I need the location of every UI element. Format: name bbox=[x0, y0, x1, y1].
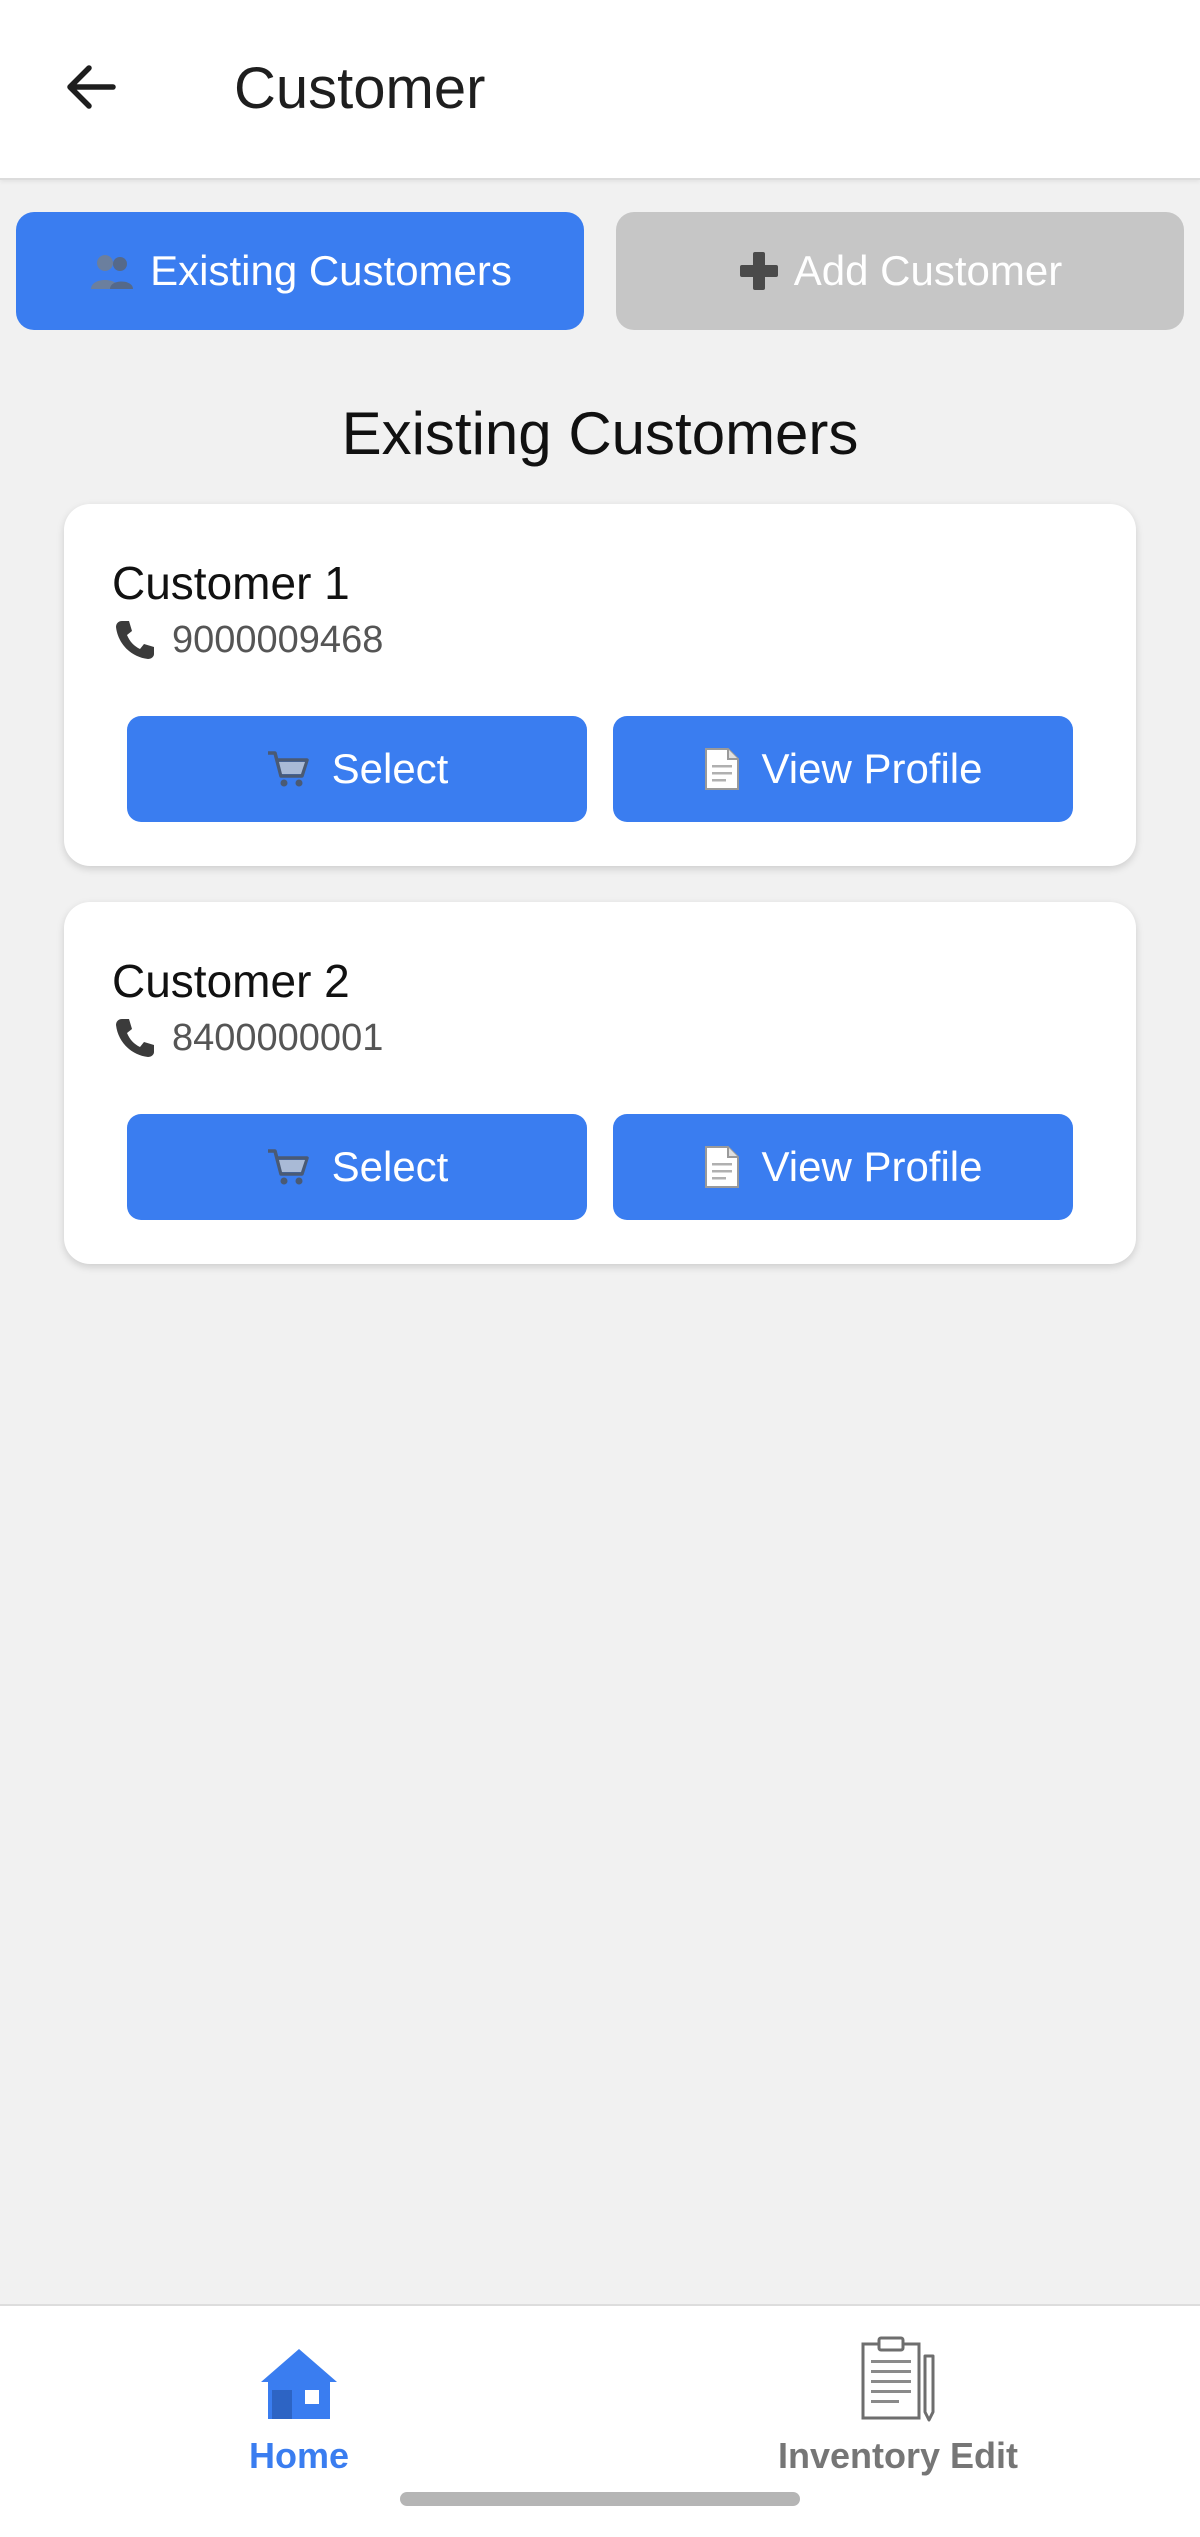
section-title: Existing Customers bbox=[341, 400, 859, 467]
back-button[interactable] bbox=[46, 44, 136, 134]
view-profile-button[interactable]: View Profile bbox=[613, 1114, 1073, 1220]
document-icon bbox=[704, 1145, 740, 1189]
phone-icon bbox=[112, 617, 158, 663]
document-icon bbox=[704, 747, 740, 791]
customer-card: Customer 1 9000009468 Select View Profil… bbox=[64, 504, 1136, 866]
tab-existing-customers-label: Existing Customers bbox=[150, 247, 512, 294]
tab-existing-customers[interactable]: Existing Customers bbox=[16, 212, 584, 330]
page-title: Customer bbox=[234, 56, 486, 121]
select-button-label: Select bbox=[331, 1143, 449, 1190]
home-indicator-bar[interactable] bbox=[400, 2492, 800, 2506]
view-profile-button[interactable]: View Profile bbox=[613, 716, 1073, 822]
view-profile-button-label: View Profile bbox=[761, 745, 983, 792]
customer-phone-number: 9000009468 bbox=[172, 619, 384, 661]
tab-add-customer-label: Add Customer bbox=[793, 247, 1063, 294]
customer-phone-number: 8400000001 bbox=[172, 1017, 384, 1059]
clipboard-icon bbox=[857, 2326, 939, 2422]
app-header: Customer bbox=[0, 0, 1200, 180]
nav-item-home[interactable]: Home bbox=[119, 2326, 479, 2486]
tab-add-customer[interactable]: Add Customer bbox=[616, 212, 1184, 330]
nav-item-label: Home bbox=[248, 2435, 350, 2476]
people-icon bbox=[88, 251, 136, 291]
select-button[interactable]: Select bbox=[127, 1114, 587, 1220]
phone-icon bbox=[112, 1015, 158, 1061]
nav-item-label: Inventory Edit bbox=[777, 2435, 1019, 2476]
arrow-left-icon bbox=[61, 57, 121, 122]
customer-phone: 8400000001 bbox=[112, 1012, 383, 1064]
cart-icon bbox=[266, 749, 310, 789]
customer-phone: 9000009468 bbox=[112, 614, 383, 666]
home-icon bbox=[258, 2326, 340, 2422]
customer-name: Customer 2 bbox=[112, 955, 350, 1007]
view-profile-button-label: View Profile bbox=[761, 1143, 983, 1190]
select-button-label: Select bbox=[331, 745, 449, 792]
plus-icon bbox=[738, 250, 780, 292]
nav-item-inventory-edit[interactable]: Inventory Edit bbox=[718, 2326, 1078, 2486]
customer-card: Customer 2 8400000001 Select View Profil… bbox=[64, 902, 1136, 1264]
cart-icon bbox=[266, 1147, 310, 1187]
select-button[interactable]: Select bbox=[127, 716, 587, 822]
customer-name: Customer 1 bbox=[112, 557, 350, 609]
